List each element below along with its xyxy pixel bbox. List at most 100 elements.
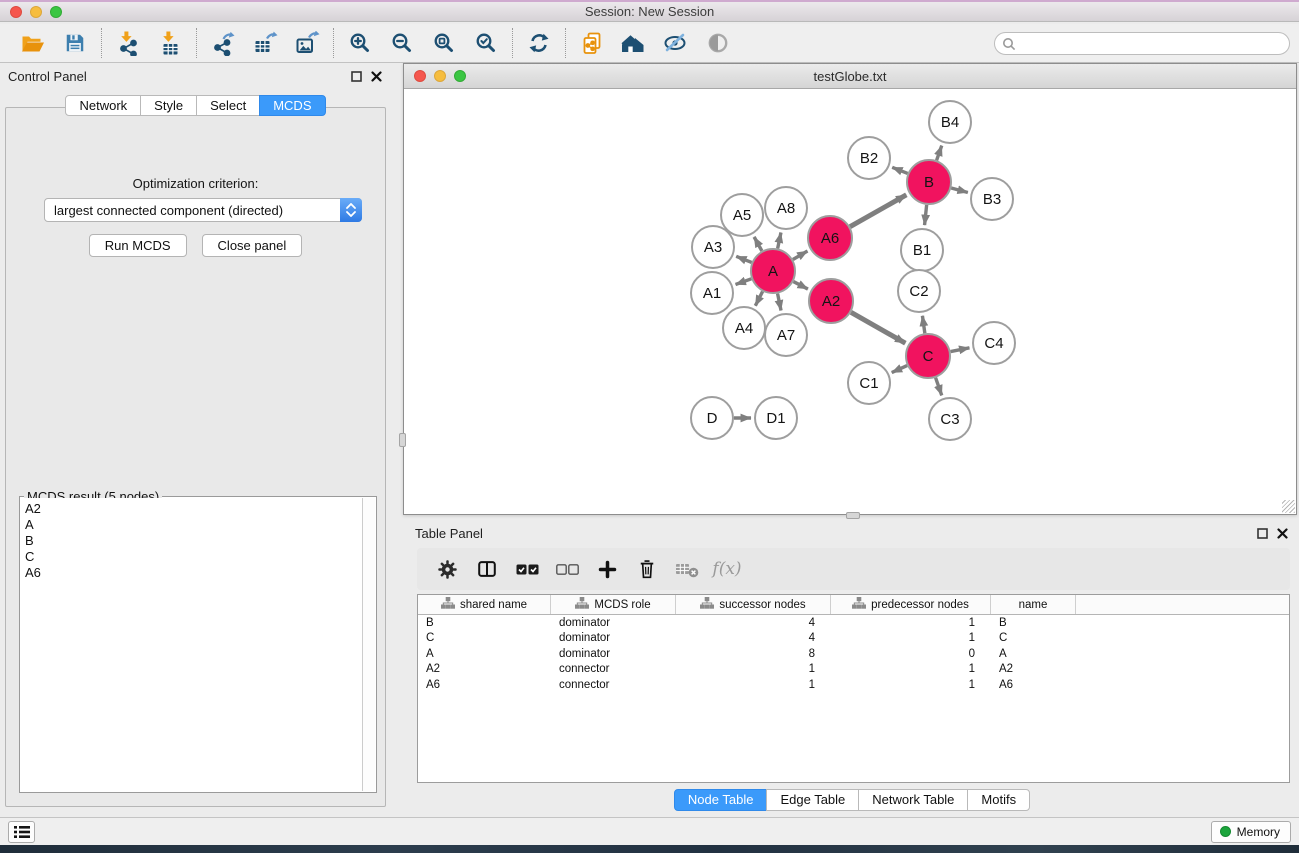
zoom-in-icon[interactable] — [339, 27, 381, 59]
add-column-plus-icon[interactable] — [587, 553, 627, 585]
edge-A-A4[interactable] — [755, 291, 762, 305]
edge-A-A6[interactable] — [793, 251, 808, 259]
edge-A2-C[interactable] — [851, 312, 905, 343]
cell-predecessor-nodes[interactable]: 0 — [831, 648, 991, 660]
cell-successor-nodes[interactable]: 8 — [676, 648, 831, 660]
tab-mcds[interactable]: MCDS — [259, 95, 325, 116]
tab-style[interactable]: Style — [140, 95, 197, 116]
column-header-predecessor-nodes[interactable]: predecessor nodes — [831, 595, 991, 614]
criterion-dropdown[interactable]: largest connected component (directed) — [44, 198, 362, 222]
graph-node-A3[interactable]: A3 — [692, 226, 734, 268]
column-header-successor-nodes[interactable]: successor nodes — [676, 595, 831, 614]
show-graphics-details-icon[interactable] — [697, 27, 739, 59]
network-graph[interactable]: AA1A2A3A4A5A6A7A8BB1B2B3B4CC1C2C3C4DD1 — [404, 89, 1296, 514]
edge-A-A8[interactable] — [778, 232, 781, 248]
edge-A-A3[interactable] — [736, 256, 751, 262]
edge-B-B4[interactable] — [937, 146, 942, 161]
column-header-shared-name[interactable]: shared name — [418, 595, 551, 614]
tab-edge-table[interactable]: Edge Table — [766, 789, 859, 811]
save-session-icon[interactable] — [54, 27, 96, 59]
cell-successor-nodes[interactable]: 4 — [676, 632, 831, 644]
tab-node-table[interactable]: Node Table — [674, 789, 768, 811]
home-view-icon[interactable] — [613, 27, 655, 59]
open-file-icon[interactable] — [12, 27, 54, 59]
zoom-fit-icon[interactable] — [423, 27, 465, 59]
cell-shared-name[interactable]: C — [418, 632, 551, 644]
graph-node-A7[interactable]: A7 — [765, 314, 807, 356]
cell-shared-name[interactable]: A — [418, 648, 551, 660]
result-item[interactable]: B — [25, 533, 362, 549]
cell-shared-name[interactable]: A6 — [418, 679, 551, 691]
splitter-handle-bottom[interactable] — [846, 512, 860, 519]
table-settings-gear-icon[interactable] — [427, 553, 467, 585]
column-header-MCDS-role[interactable]: MCDS role — [551, 595, 676, 614]
cell-shared-name[interactable]: A2 — [418, 663, 551, 675]
minimize-window-button[interactable] — [30, 6, 42, 18]
edge-A-A2[interactable] — [793, 282, 807, 289]
cell-shared-name[interactable]: B — [418, 617, 551, 629]
graph-node-A5[interactable]: A5 — [721, 194, 763, 236]
export-network-icon[interactable] — [202, 27, 244, 59]
graph-node-B[interactable]: B — [907, 160, 951, 204]
task-history-button[interactable] — [8, 821, 35, 843]
tab-network[interactable]: Network — [65, 95, 141, 116]
export-table-icon[interactable] — [244, 27, 286, 59]
table-row[interactable]: A2connector11A2 — [418, 662, 1289, 678]
edge-C-C3[interactable] — [936, 378, 942, 396]
graph-node-A4[interactable]: A4 — [723, 307, 765, 349]
table-row[interactable]: Adominator80A — [418, 646, 1289, 662]
zoom-selected-icon[interactable] — [465, 27, 507, 59]
result-scrollbar[interactable] — [362, 498, 375, 791]
column-header-name[interactable]: name — [991, 595, 1076, 614]
import-network-icon[interactable] — [107, 27, 149, 59]
tab-network-table[interactable]: Network Table — [858, 789, 968, 811]
graph-node-B2[interactable]: B2 — [848, 137, 890, 179]
cell-predecessor-nodes[interactable]: 1 — [831, 632, 991, 644]
result-item[interactable]: A2 — [25, 501, 362, 517]
table-row[interactable]: A6connector11A6 — [418, 677, 1289, 693]
cell-predecessor-nodes[interactable]: 1 — [831, 663, 991, 675]
cell-MCDS-role[interactable]: dominator — [551, 617, 676, 629]
cell-MCDS-role[interactable]: connector — [551, 679, 676, 691]
show-column-icon[interactable] — [467, 553, 507, 585]
refresh-icon[interactable] — [518, 27, 560, 59]
table-row[interactable]: Cdominator41C — [418, 631, 1289, 647]
edge-A-A5[interactable] — [754, 237, 762, 251]
edge-A-A1[interactable] — [736, 279, 752, 285]
run-mcds-button[interactable]: Run MCDS — [89, 234, 187, 257]
tab-select[interactable]: Select — [196, 95, 260, 116]
graph-node-A2[interactable]: A2 — [809, 279, 853, 323]
select-all-checkboxes-icon[interactable] — [507, 553, 547, 585]
delete-trash-icon[interactable] — [627, 553, 667, 585]
network-minimize-button[interactable] — [434, 70, 446, 82]
network-zoom-button[interactable] — [454, 70, 466, 82]
edge-B-B1[interactable] — [925, 205, 927, 225]
cell-name[interactable]: A2 — [991, 663, 1076, 675]
edge-C-C4[interactable] — [951, 348, 970, 352]
graph-node-C1[interactable]: C1 — [848, 362, 890, 404]
close-panel-icon[interactable] — [370, 70, 383, 83]
result-item[interactable]: C — [25, 549, 362, 565]
network-canvas[interactable]: AA1A2A3A4A5A6A7A8BB1B2B3B4CC1C2C3C4DD1 — [404, 89, 1296, 514]
graph-node-A[interactable]: A — [751, 249, 795, 293]
cell-MCDS-role[interactable]: connector — [551, 663, 676, 675]
edge-B-B3[interactable] — [951, 188, 968, 192]
cell-MCDS-role[interactable]: dominator — [551, 648, 676, 660]
node-table[interactable]: shared nameMCDS rolesuccessor nodesprede… — [417, 594, 1290, 783]
hide-graphics-details-icon[interactable] — [655, 27, 697, 59]
close-window-button[interactable] — [10, 6, 22, 18]
edge-B-B2[interactable] — [892, 167, 907, 173]
cell-predecessor-nodes[interactable]: 1 — [831, 679, 991, 691]
edge-A-A7[interactable] — [778, 294, 781, 311]
graph-node-C2[interactable]: C2 — [898, 270, 940, 312]
mcds-result-list[interactable]: A2ABCA6 — [21, 498, 362, 791]
close-panel-button[interactable]: Close panel — [202, 234, 303, 257]
memory-button[interactable]: Memory — [1211, 821, 1291, 843]
graph-node-B3[interactable]: B3 — [971, 178, 1013, 220]
cell-name[interactable]: C — [991, 632, 1076, 644]
float-panel-icon[interactable] — [350, 70, 363, 83]
graph-node-C3[interactable]: C3 — [929, 398, 971, 440]
graph-node-B1[interactable]: B1 — [901, 229, 943, 271]
graph-node-A1[interactable]: A1 — [691, 272, 733, 314]
edge-C-C1[interactable] — [892, 366, 907, 373]
